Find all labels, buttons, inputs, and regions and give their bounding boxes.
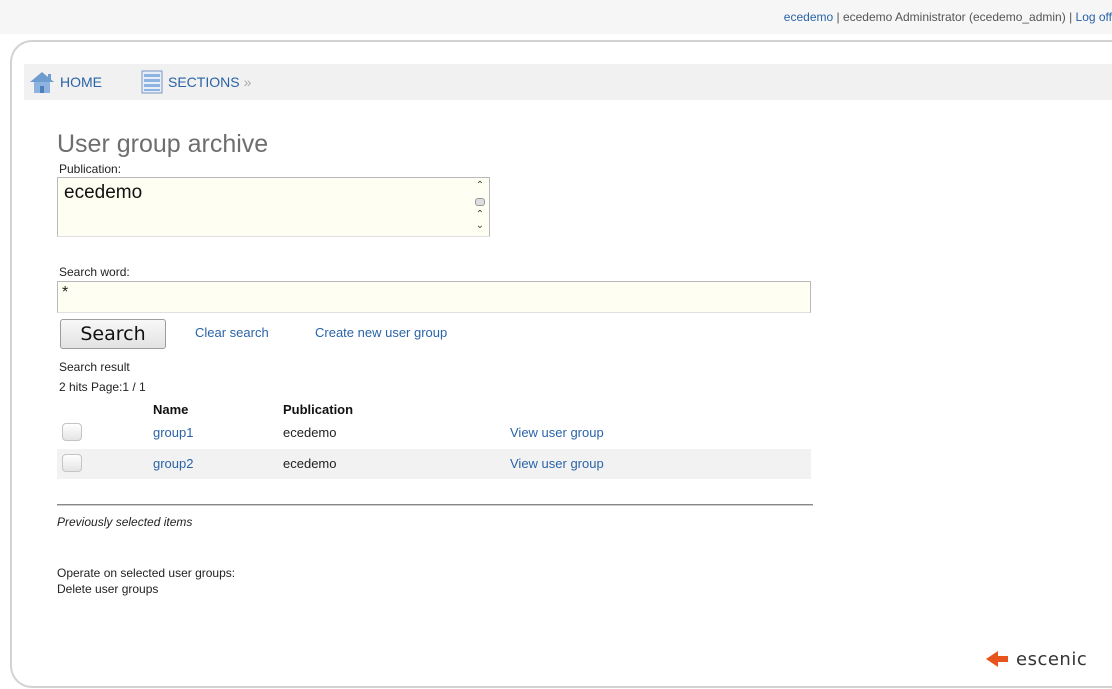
- search-button[interactable]: Search: [60, 319, 166, 349]
- chevron-up-icon[interactable]: ⌃: [473, 210, 487, 220]
- column-header-publication: Publication: [283, 402, 354, 417]
- group-publication: ecedemo: [283, 425, 337, 440]
- group-publication: ecedemo: [283, 456, 337, 471]
- nav-home-label: HOME: [60, 74, 102, 90]
- publication-scrollbar[interactable]: ⌃ ⌃ ⌄: [473, 180, 487, 234]
- scroll-thumb[interactable]: [475, 198, 485, 206]
- chevron-down-icon[interactable]: ⌄: [473, 221, 487, 231]
- publication-label: Publication:: [59, 162, 122, 176]
- group-name-link[interactable]: group2: [153, 456, 193, 471]
- nav-bar: HOME SECTIONS »: [24, 64, 1112, 100]
- clear-search-link[interactable]: Clear search: [195, 325, 269, 340]
- create-user-group-link[interactable]: Create new user group: [315, 325, 447, 340]
- sections-icon: [141, 70, 163, 94]
- row-checkbox[interactable]: [62, 454, 82, 472]
- group-name-link[interactable]: group1: [153, 425, 193, 440]
- search-input[interactable]: *: [57, 281, 811, 313]
- user-info-line: ecedemo | ecedemo Administrator (ecedemo…: [784, 10, 1112, 24]
- page-title: User group archive: [57, 130, 269, 158]
- nav-home-link[interactable]: HOME: [28, 64, 102, 100]
- escenic-logo: escenic: [986, 647, 1087, 671]
- search-word-label: Search word:: [59, 265, 130, 279]
- hits-summary: 2 hits Page:1 / 1: [59, 380, 146, 394]
- user-link[interactable]: ecedemo: [784, 10, 833, 24]
- view-user-group-link[interactable]: View user group: [510, 425, 604, 440]
- nav-sections-arrow: »: [243, 74, 252, 90]
- previously-selected-label: Previously selected items: [57, 515, 193, 529]
- escenic-arrow-icon: [986, 651, 1008, 667]
- table-row: group1 ecedemo View user group: [57, 418, 811, 448]
- divider: [57, 504, 813, 506]
- operate-label: Operate on selected user groups:: [57, 566, 236, 580]
- publication-option[interactable]: ecedemo: [64, 182, 142, 203]
- nav-sections-link[interactable]: SECTIONS »: [140, 64, 251, 100]
- row-checkbox[interactable]: [62, 423, 82, 441]
- delete-user-groups-link[interactable]: Delete user groups: [57, 582, 158, 596]
- logo-text: escenic: [1016, 648, 1088, 670]
- view-user-group-link[interactable]: View user group: [510, 456, 604, 471]
- search-result-heading: Search result: [59, 360, 130, 374]
- chevron-up-icon[interactable]: ⌃: [473, 180, 487, 192]
- column-header-name: Name: [153, 402, 189, 417]
- home-icon: [30, 72, 54, 93]
- publication-select[interactable]: ecedemo ⌃ ⌃ ⌄: [57, 177, 490, 237]
- nav-sections-label: SECTIONS: [168, 74, 240, 90]
- top-bar: ecedemo | ecedemo Administrator (ecedemo…: [0, 0, 1112, 34]
- table-row: group2 ecedemo View user group: [57, 449, 811, 479]
- user-info-text: | ecedemo Administrator (ecedemo_admin) …: [833, 10, 1076, 24]
- logoff-link[interactable]: Log off: [1076, 10, 1112, 24]
